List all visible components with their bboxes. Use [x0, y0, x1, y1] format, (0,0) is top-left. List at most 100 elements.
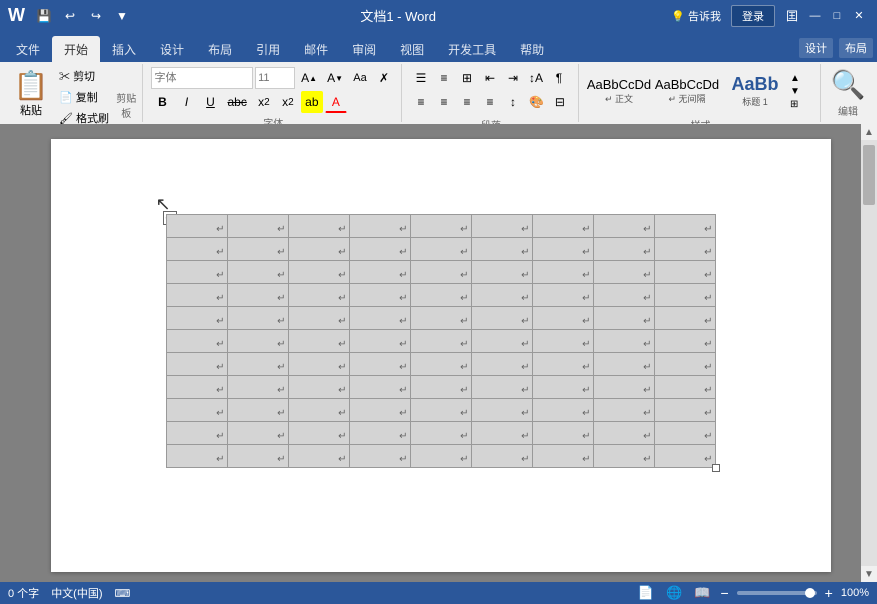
table-cell[interactable]: [166, 445, 227, 468]
table-cell[interactable]: [288, 422, 349, 445]
align-right-button[interactable]: ≡: [456, 91, 478, 113]
shading-button[interactable]: 🎨: [525, 91, 548, 113]
decrease-indent-button[interactable]: ⇤: [479, 67, 501, 89]
table-cell[interactable]: [166, 422, 227, 445]
table-cell[interactable]: [654, 399, 715, 422]
border-button[interactable]: ⊟: [549, 91, 571, 113]
document-page[interactable]: ↖ ⊹: [51, 139, 831, 572]
table-cell[interactable]: [654, 284, 715, 307]
tab-home[interactable]: 开始: [52, 36, 100, 62]
table-cell[interactable]: [593, 330, 654, 353]
table-cell[interactable]: [227, 307, 288, 330]
line-spacing-button[interactable]: ↕: [502, 91, 524, 113]
tab-insert[interactable]: 插入: [100, 36, 148, 62]
table-cell[interactable]: [166, 353, 227, 376]
table-cell[interactable]: [288, 353, 349, 376]
table-cell[interactable]: [471, 215, 532, 238]
table-cell[interactable]: [288, 399, 349, 422]
table-cell[interactable]: [349, 307, 410, 330]
tab-file[interactable]: 文件: [4, 36, 52, 62]
table-cell[interactable]: [349, 353, 410, 376]
table-cell[interactable]: [227, 445, 288, 468]
numbering-button[interactable]: ≡: [433, 67, 455, 89]
table-cell[interactable]: [654, 445, 715, 468]
table-cell[interactable]: [227, 238, 288, 261]
table-cell[interactable]: [654, 376, 715, 399]
cut-button[interactable]: ✂ 剪切: [54, 66, 114, 86]
table-cell[interactable]: [166, 261, 227, 284]
table-cell[interactable]: [532, 445, 593, 468]
zoom-thumb[interactable]: [805, 588, 815, 598]
change-case-button[interactable]: Aa: [349, 67, 371, 89]
table-cell[interactable]: [532, 399, 593, 422]
scroll-down-arrow[interactable]: ▼: [861, 566, 877, 582]
increase-indent-button[interactable]: ⇥: [502, 67, 524, 89]
tell-me-button[interactable]: 💡 告诉我: [663, 6, 729, 26]
language-indicator[interactable]: 中文(中国): [51, 585, 102, 601]
table-cell[interactable]: [227, 353, 288, 376]
table-cell[interactable]: [410, 284, 471, 307]
table-cell[interactable]: [410, 215, 471, 238]
table-cell[interactable]: [471, 284, 532, 307]
table-cell[interactable]: [593, 422, 654, 445]
zoom-percent[interactable]: 100%: [841, 587, 869, 599]
superscript-button[interactable]: x2: [277, 91, 299, 113]
tab-layout[interactable]: 布局: [196, 36, 244, 62]
table-cell[interactable]: [166, 307, 227, 330]
maximize-button[interactable]: □: [827, 6, 847, 26]
table-cell[interactable]: [593, 215, 654, 238]
scroll-track[interactable]: [861, 140, 877, 566]
font-size-input[interactable]: [255, 67, 295, 89]
table-cell[interactable]: [227, 261, 288, 284]
align-left-button[interactable]: ≡: [410, 91, 432, 113]
table-cell[interactable]: [593, 238, 654, 261]
close-button[interactable]: ✕: [849, 6, 869, 26]
table-cell[interactable]: [288, 261, 349, 284]
table-cell[interactable]: [227, 399, 288, 422]
table-cell[interactable]: [532, 376, 593, 399]
table-cell[interactable]: [166, 238, 227, 261]
zoom-plus-button[interactable]: +: [825, 585, 833, 601]
table-cell[interactable]: [471, 399, 532, 422]
table-cell[interactable]: [532, 353, 593, 376]
view-web-button[interactable]: 🌐: [664, 585, 684, 601]
table-cell[interactable]: [593, 399, 654, 422]
document-area[interactable]: ▲ ▼ ↖ ⊹: [0, 124, 877, 582]
table-cell[interactable]: [410, 238, 471, 261]
scroll-thumb[interactable]: [863, 145, 875, 205]
table-cell[interactable]: [166, 215, 227, 238]
table-cell[interactable]: [471, 238, 532, 261]
strikethrough-button[interactable]: abc: [223, 91, 250, 113]
view-read-button[interactable]: 📖: [692, 585, 712, 601]
clear-format-button[interactable]: ✗: [373, 67, 395, 89]
table-cell[interactable]: [410, 422, 471, 445]
table-cell[interactable]: [349, 445, 410, 468]
table-cell[interactable]: [227, 330, 288, 353]
justify-button[interactable]: ≡: [479, 91, 501, 113]
quick-save-button[interactable]: 💾: [33, 5, 55, 27]
table-cell[interactable]: [410, 330, 471, 353]
font-shrink-button[interactable]: A▼: [323, 67, 347, 89]
tab-design[interactable]: 设计: [148, 36, 196, 62]
table-cell[interactable]: [471, 307, 532, 330]
table-cell[interactable]: [288, 445, 349, 468]
table-cell[interactable]: [410, 376, 471, 399]
table-cell[interactable]: [471, 353, 532, 376]
table-cell[interactable]: [471, 376, 532, 399]
bold-button[interactable]: B: [151, 91, 173, 113]
font-grow-button[interactable]: A▲: [297, 67, 321, 89]
underline-button[interactable]: U: [199, 91, 221, 113]
table-cell[interactable]: [532, 284, 593, 307]
vertical-scrollbar[interactable]: ▲ ▼: [861, 124, 877, 582]
italic-button[interactable]: I: [175, 91, 197, 113]
sort-button[interactable]: ↕A: [525, 67, 547, 89]
styles-scroll-up[interactable]: ▲: [789, 72, 801, 85]
style-normal[interactable]: AaBbCcDd ↵ 正文: [585, 67, 653, 115]
zoom-slider[interactable]: [737, 591, 817, 595]
bullets-button[interactable]: ☰: [410, 67, 432, 89]
zoom-minus-button[interactable]: −: [720, 585, 728, 601]
table-cell[interactable]: [349, 330, 410, 353]
table-cell[interactable]: [349, 399, 410, 422]
window-extra-button[interactable]: 囯: [781, 5, 803, 27]
tab-developer[interactable]: 开发工具: [436, 36, 508, 62]
